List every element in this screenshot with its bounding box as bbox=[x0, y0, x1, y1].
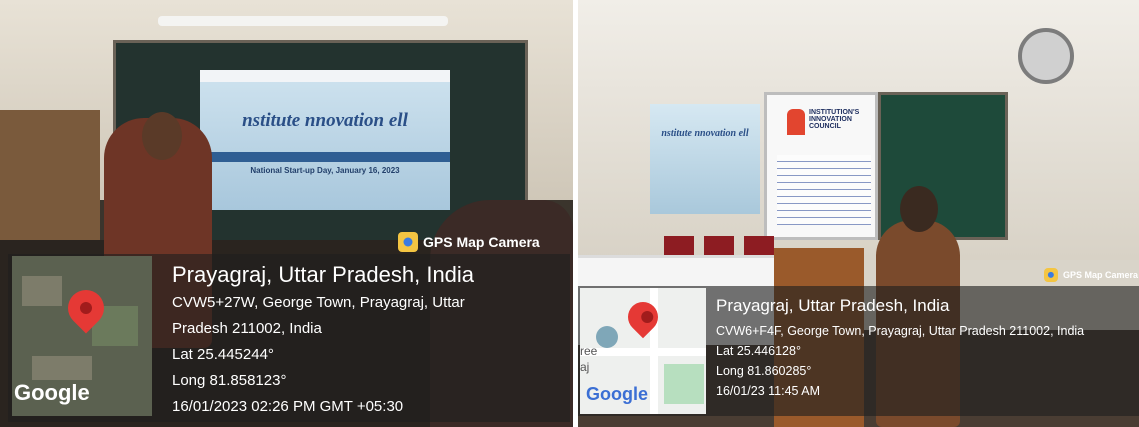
speaker-head bbox=[900, 186, 938, 232]
location-title: Prayagraj, Uttar Pradesh, India bbox=[172, 262, 475, 287]
slide-band bbox=[200, 152, 450, 162]
timestamp: 16/01/23 11:45 AM bbox=[716, 384, 821, 398]
screen-title: INSTITUTION'S INNOVATION COUNCIL bbox=[809, 109, 860, 130]
street-map-thumbnail: ree aj Google bbox=[580, 288, 706, 414]
map-park bbox=[664, 364, 704, 404]
longitude: Long 81.858123° bbox=[172, 372, 287, 389]
latitude: Lat 25.445244° bbox=[172, 346, 274, 363]
gps-badge: GPS Map Camera bbox=[398, 232, 540, 252]
gps-text-block: Prayagraj, Uttar Pradesh, India CVW5+27W… bbox=[172, 262, 474, 415]
iic-logo bbox=[787, 109, 805, 135]
map-block bbox=[22, 276, 62, 306]
google-logo: Google bbox=[14, 380, 90, 405]
greenboard bbox=[878, 92, 1008, 240]
right-photo: nstitute nnovation ell INSTITUTION'S INN… bbox=[578, 0, 1139, 427]
satellite-map-thumbnail: Google bbox=[12, 256, 152, 416]
screen-text-lines bbox=[777, 155, 871, 225]
map-label-fragment: ree bbox=[580, 344, 598, 358]
map-label-fragment: aj bbox=[580, 360, 590, 374]
slide-title: nstitute nnovation ell bbox=[242, 110, 408, 131]
address-line-1: CVW6+F4F, George Town, Prayagraj, Uttar … bbox=[716, 324, 1085, 338]
projection-screen: INSTITUTION'S INNOVATION COUNCIL bbox=[764, 92, 878, 240]
google-logo: Google bbox=[586, 384, 648, 404]
gps-badge: GPS Map Camera bbox=[1044, 268, 1138, 282]
slide-logo-strip bbox=[200, 70, 450, 82]
map-block bbox=[32, 356, 92, 380]
map-road bbox=[580, 348, 706, 356]
slide-subtitle: National Start-up Day, January 16, 2023 bbox=[250, 166, 400, 175]
tube-light bbox=[158, 16, 448, 26]
gps-badge-label: GPS Map Camera bbox=[423, 234, 540, 250]
left-photo: nstitute nnovation ell National Start-up… bbox=[0, 0, 573, 427]
longitude: Long 81.860285° bbox=[716, 364, 812, 378]
iic-banner: nstitute nnovation ell bbox=[650, 104, 760, 214]
address-line-2: Pradesh 211002, India bbox=[172, 320, 322, 337]
wall-fan bbox=[1018, 28, 1074, 84]
timestamp: 16/01/2023 02:26 PM GMT +05:30 bbox=[172, 398, 404, 415]
latitude: Lat 25.446128° bbox=[716, 344, 801, 358]
gps-badge-label: GPS Map Camera bbox=[1063, 270, 1139, 280]
speaker-head bbox=[142, 112, 182, 160]
gps-camera-icon bbox=[398, 232, 418, 252]
banner-title: nstitute nnovation ell bbox=[661, 128, 749, 139]
location-title: Prayagraj, Uttar Pradesh, India bbox=[716, 296, 950, 315]
address-line-1: CVW5+27W, George Town, Prayagraj, Uttar bbox=[172, 294, 465, 311]
gps-text-block: Prayagraj, Uttar Pradesh, India CVW6+F4F… bbox=[716, 296, 1084, 398]
gps-camera-icon bbox=[1044, 268, 1058, 282]
projected-slide: nstitute nnovation ell National Start-up… bbox=[200, 70, 450, 210]
school-marker-icon bbox=[596, 326, 618, 348]
